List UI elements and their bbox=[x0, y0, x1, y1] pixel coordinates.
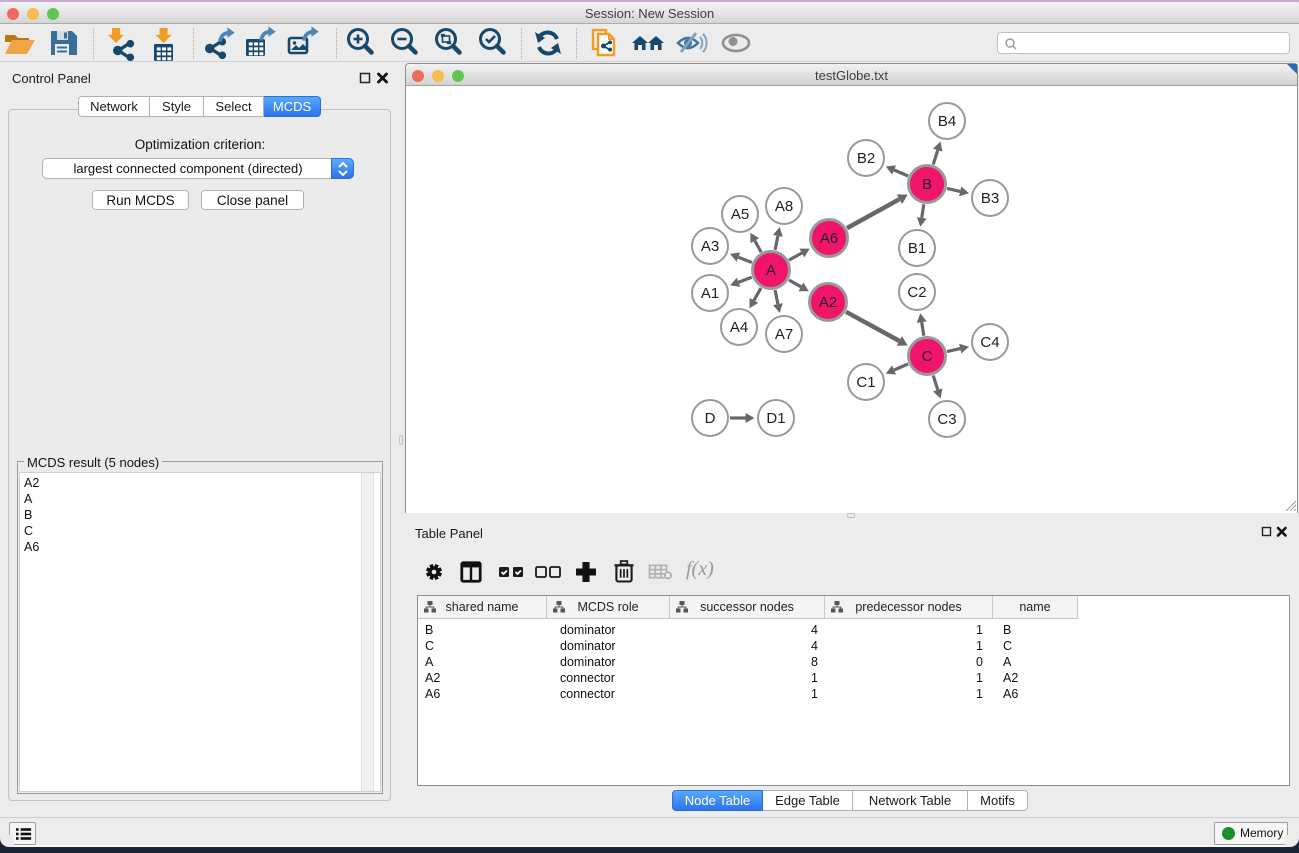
svg-text:A7: A7 bbox=[775, 326, 793, 343]
svg-text:A2: A2 bbox=[819, 294, 837, 311]
svg-text:A: A bbox=[766, 262, 776, 279]
svg-text:A6: A6 bbox=[820, 230, 838, 247]
svg-text:B4: B4 bbox=[938, 113, 956, 130]
svg-text:D1: D1 bbox=[766, 410, 785, 427]
svg-text:A4: A4 bbox=[730, 319, 748, 336]
svg-text:C2: C2 bbox=[907, 284, 926, 301]
svg-text:A8: A8 bbox=[775, 198, 793, 215]
svg-text:B2: B2 bbox=[857, 150, 875, 167]
svg-text:A1: A1 bbox=[701, 285, 719, 302]
svg-text:D: D bbox=[705, 410, 716, 427]
svg-text:C4: C4 bbox=[980, 334, 999, 351]
svg-text:A3: A3 bbox=[701, 238, 719, 255]
svg-text:A5: A5 bbox=[731, 206, 749, 223]
svg-text:B3: B3 bbox=[981, 190, 999, 207]
svg-text:C3: C3 bbox=[937, 411, 956, 428]
svg-text:B1: B1 bbox=[908, 240, 926, 257]
svg-text:C: C bbox=[922, 348, 933, 365]
svg-text:C1: C1 bbox=[856, 374, 875, 391]
svg-text:B: B bbox=[922, 176, 932, 193]
